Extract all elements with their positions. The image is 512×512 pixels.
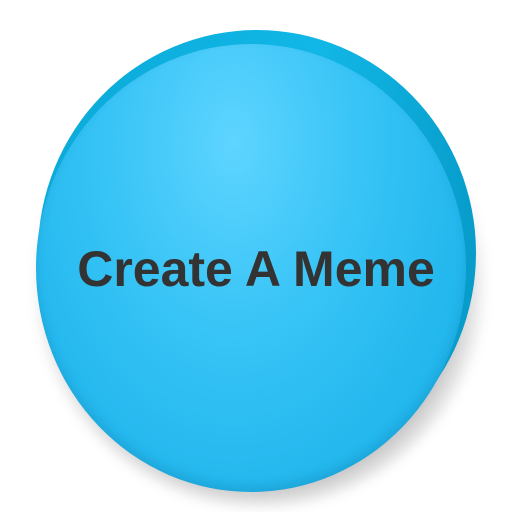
icon-label: Create A Meme bbox=[77, 241, 435, 297]
app-icon[interactable]: Create A Meme bbox=[0, 0, 512, 512]
